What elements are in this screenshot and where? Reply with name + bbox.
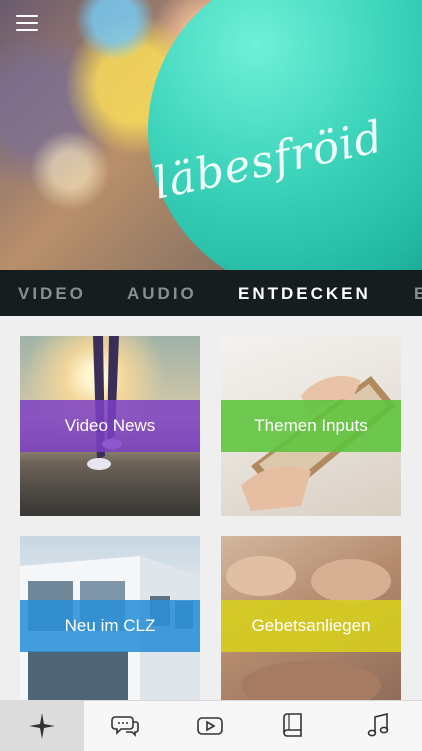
book-icon [283,713,302,737]
nav-book[interactable] [252,701,336,751]
hero-banner: läbesfröid [0,0,422,270]
card-label: Gebetsanliegen [251,616,371,635]
video-play-icon [197,717,223,735]
card-label: Video News [64,416,156,435]
music-note-icon [367,712,389,737]
card-label-band: Gebetsanliegen [221,600,401,652]
category-tabs: VIDEO AUDIO ENTDECKEN B [0,270,422,316]
tab-entdecken[interactable]: ENTDECKEN [238,270,371,316]
card-themen-inputs[interactable]: Themen Inputs [221,336,401,516]
hamburger-menu-icon[interactable] [16,14,38,32]
nav-discover[interactable] [0,701,84,751]
nav-video[interactable] [168,701,252,751]
card-label: Neu im CLZ [64,616,156,635]
card-label-band: Neu im CLZ [20,600,200,652]
nav-music[interactable] [336,701,420,751]
tab-audio[interactable]: AUDIO [127,270,197,316]
card-gebetsanliegen[interactable]: Gebetsanliegen [221,536,401,700]
bottom-navigation [0,700,422,751]
card-label-band: Themen Inputs [221,400,401,452]
card-video-news[interactable]: Video News [20,336,200,516]
tab-video[interactable]: VIDEO [18,270,86,316]
nav-chat[interactable] [84,701,168,751]
card-label: Themen Inputs [254,416,368,435]
tab-b[interactable]: B [414,270,422,316]
card-neu-im-clz[interactable]: Neu im CLZ [20,536,200,700]
chat-icon [111,716,139,737]
content-grid: Video News Themen Inputs Neu im CLZ Gebe… [0,316,422,700]
sparkle-icon [29,713,55,739]
card-label-band: Video News [20,400,200,452]
